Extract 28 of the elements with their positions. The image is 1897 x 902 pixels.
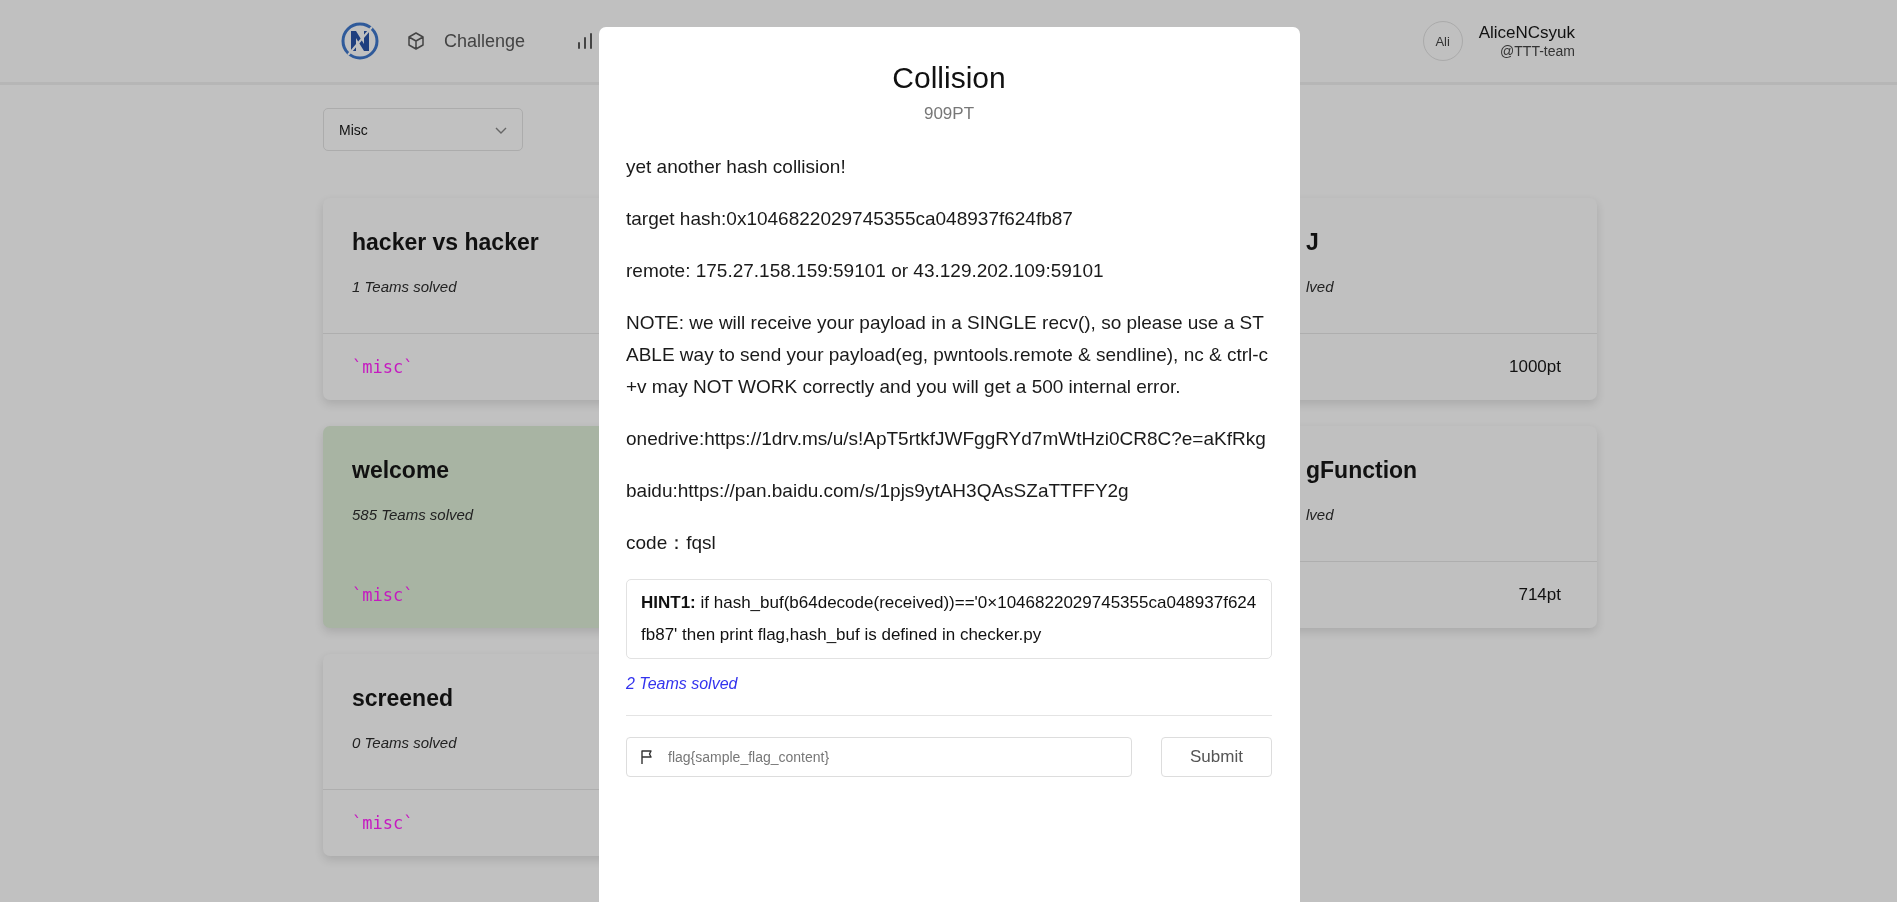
points-label: 1000pt [1509,357,1561,377]
card-title: hacker vs hacker [352,229,539,256]
solved-count: 1 Teams solved [352,278,457,295]
points-label: 909PT [922,104,976,124]
flag-input[interactable]: flag{sample_flag_content} [626,737,1132,777]
team-name: @TTT-team [1500,43,1575,59]
category-select[interactable]: Misc [323,108,523,151]
description-text: yet another hash collision! [626,155,847,179]
cube-icon[interactable] [406,31,426,51]
solved-count: lved [1306,278,1334,295]
solved-count: 585 Teams solved [352,506,474,523]
logo-icon[interactable] [340,21,380,61]
solved-count: lved [1306,506,1334,523]
submit-button[interactable]: Submit [1161,737,1272,777]
category-tag: `misc` [352,585,414,605]
card-title: welcome [352,457,450,484]
card-title: J [1306,229,1319,256]
user-name: AliceNCsyuk [1478,23,1575,43]
nav-link[interactable]: Challenge [444,30,526,52]
dialog-title: Collision [891,60,1007,96]
card-title: gFunction [1306,457,1418,484]
solved-count: 0 Teams solved [352,734,457,751]
category-tag: `misc` [352,357,414,377]
card-title: screened [352,685,453,712]
hint-text: HINT1: if hash_buf(b64decode(received))=='0×1046822029745355ca048937f624fb87' then print flag,hash_buf is defined in checker.py [626,579,1272,659]
description-text: code：fqsl [626,531,717,555]
points-label: 714pt [1518,585,1561,605]
category-tag: `misc` [352,813,414,833]
